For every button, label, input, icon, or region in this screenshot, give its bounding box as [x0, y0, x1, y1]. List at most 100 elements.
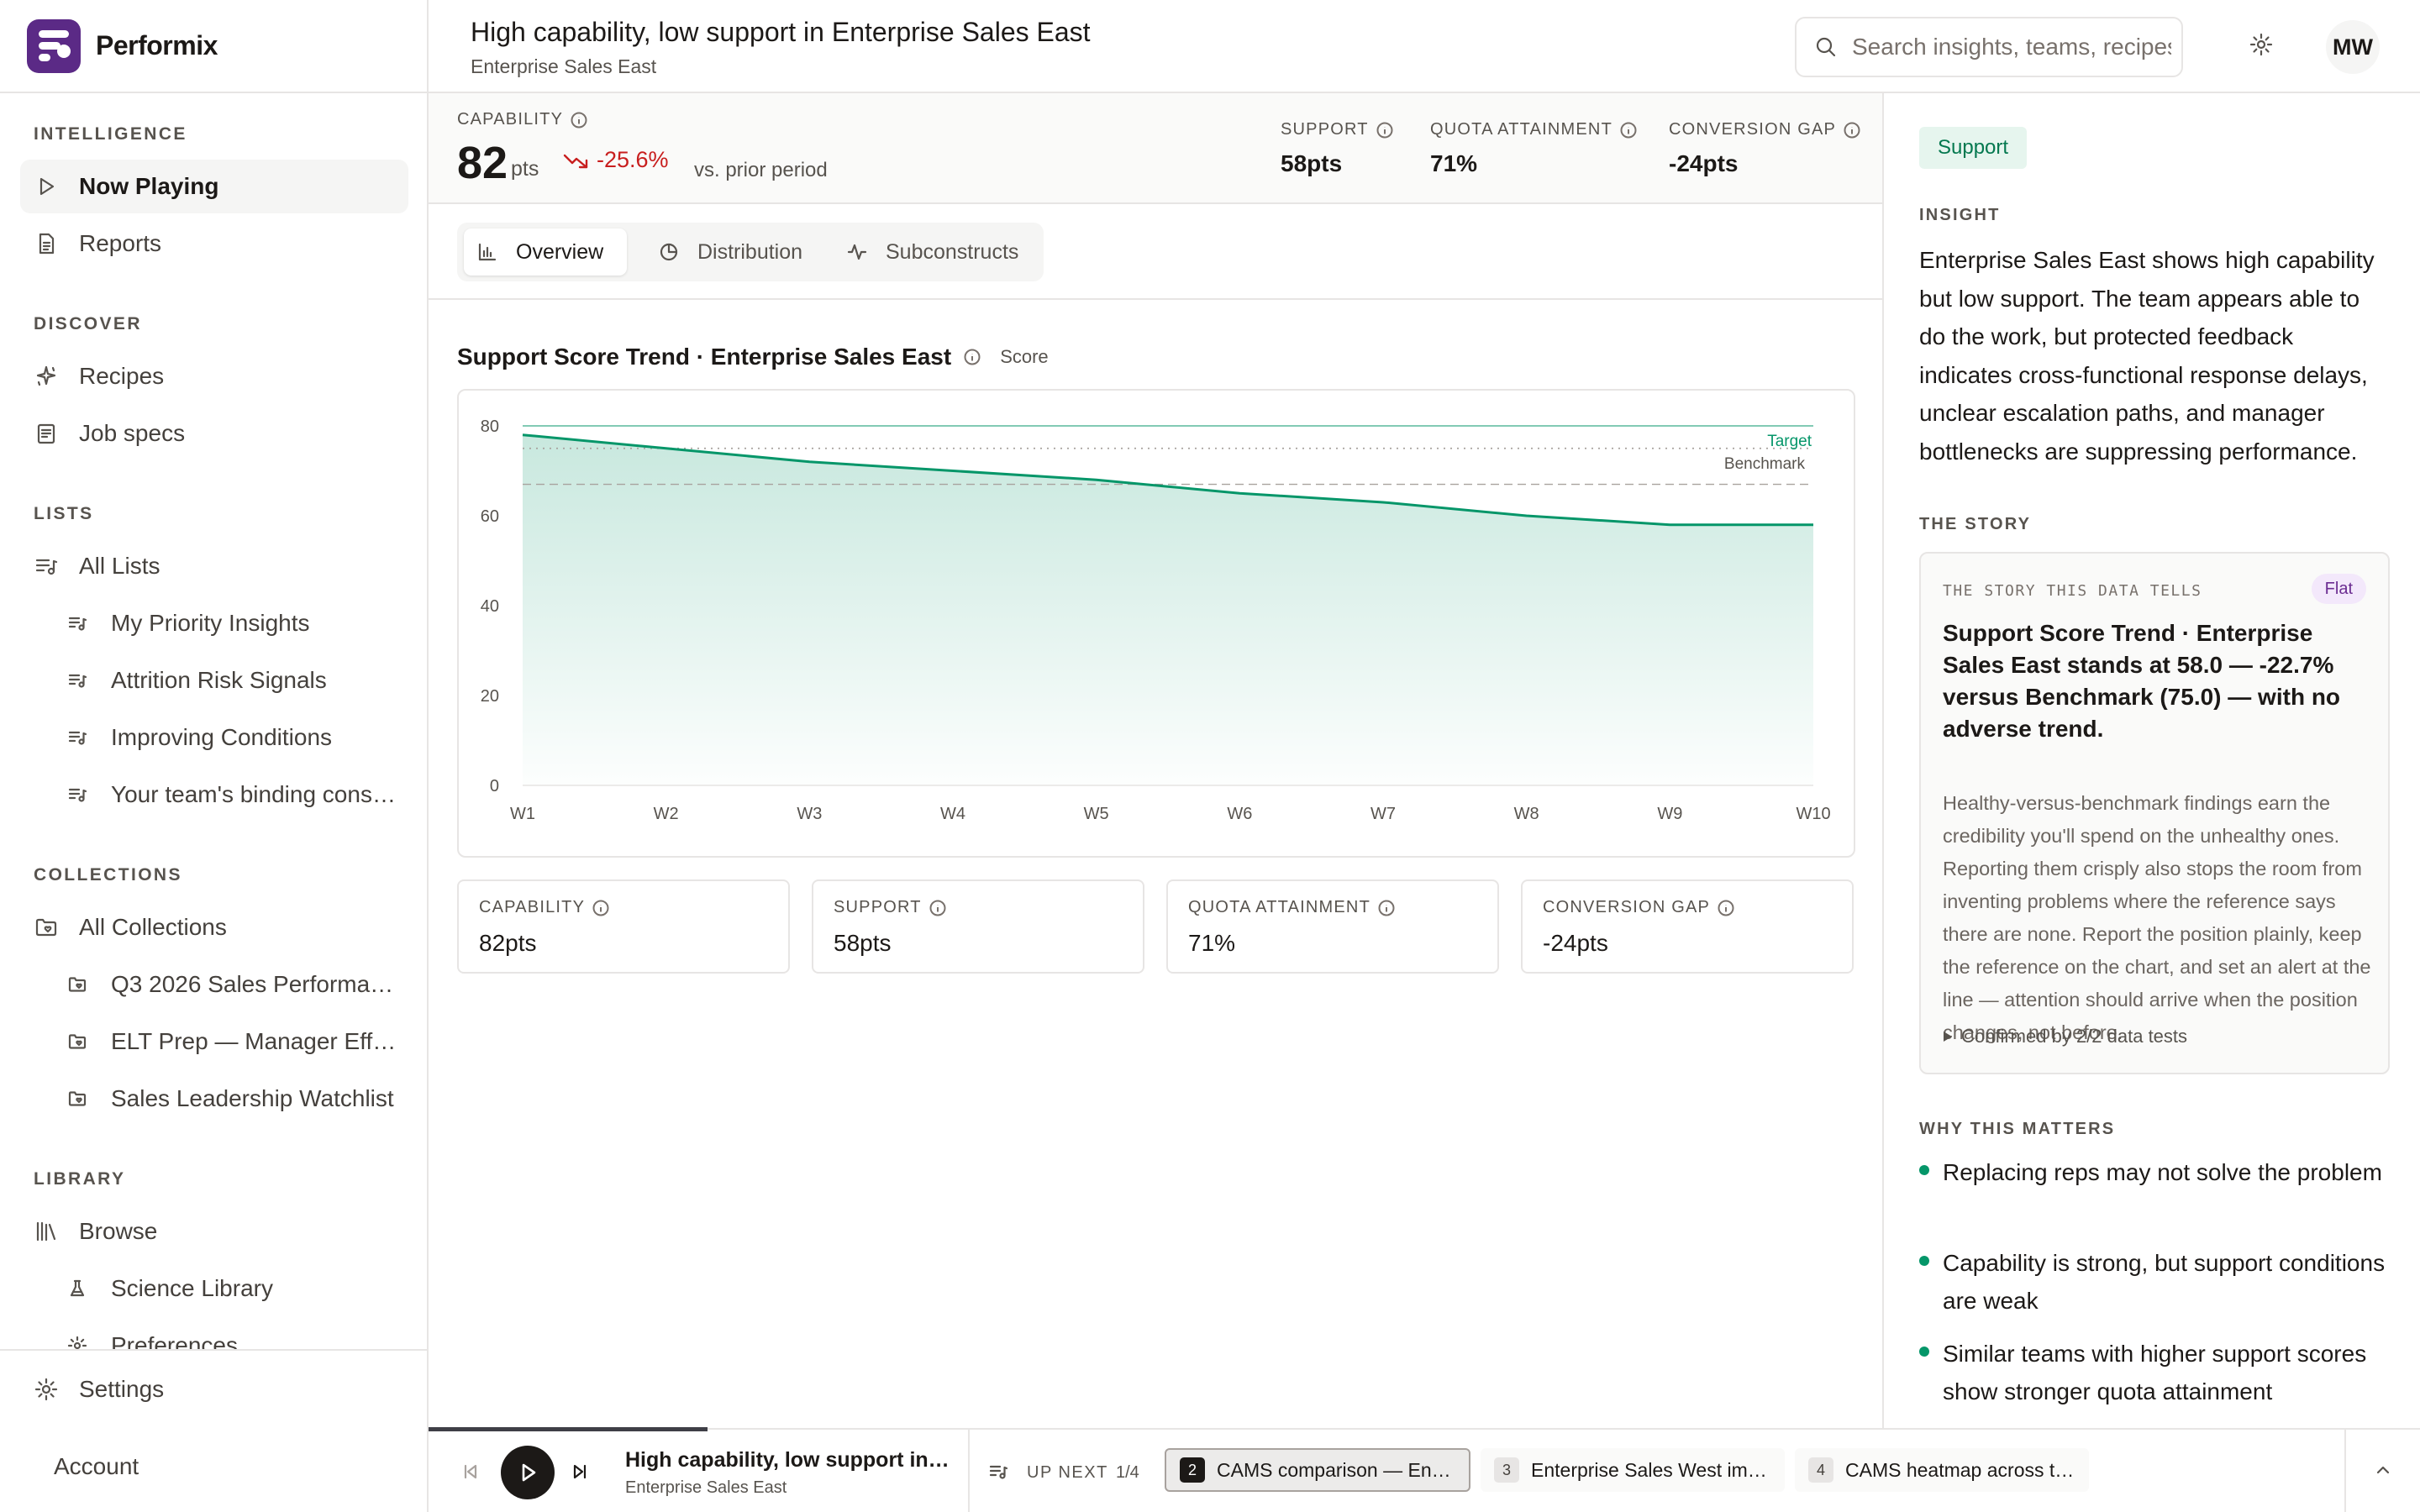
pie-chart-icon [660, 243, 678, 261]
benchmark-label: Benchmark [1724, 455, 1806, 473]
chevron-up-icon [2376, 1466, 2390, 1474]
sidebar-item-all-collections[interactable]: All Collections [20, 900, 408, 954]
queue-chip[interactable]: 4 CAMS heatmap across the org [1795, 1448, 2089, 1492]
sidebar-item-label: Attrition Risk Signals [111, 667, 327, 693]
info-icon[interactable] [1717, 899, 1735, 917]
info-icon[interactable] [592, 899, 610, 917]
y-tick-label: 60 [481, 507, 499, 526]
sidebar-item-list[interactable]: My Priority Insights [20, 596, 408, 650]
now-playing-title: High capability, low support in Enterpri… [625, 1448, 953, 1472]
avatar[interactable]: MW [2326, 20, 2380, 74]
tab-overview[interactable]: Overview [464, 228, 627, 276]
search-input[interactable] [1852, 34, 2171, 60]
page-title: High capability, low support in Enterpri… [471, 17, 1091, 47]
sidebar-item-job-specs[interactable]: Job specs [20, 407, 408, 460]
metric-card-label: SUPPORT [834, 898, 947, 917]
sidebar-item-list[interactable]: Improving Conditions [20, 711, 408, 764]
support-kpi-value: 58pts [1281, 150, 1343, 176]
sidebar-item-collection[interactable]: Q3 2026 Sales Performance [20, 958, 408, 1011]
sidebar-item-label: All Collections [79, 914, 227, 940]
y-tick-label: 80 [481, 417, 499, 436]
chart-title: Support Score Trend · Enterprise Sales E… [457, 344, 952, 370]
next-button[interactable] [570, 1462, 590, 1482]
performix-logo [27, 18, 81, 73]
section-collections: COLLECTIONS [34, 865, 182, 885]
sidebar-item-collection[interactable]: ELT Prep — Manager Effectiveness [20, 1015, 408, 1068]
sidebar-item-reports[interactable]: Reports [20, 217, 408, 270]
expand-player-button[interactable] [2373, 1460, 2393, 1480]
sidebar-item-label: Browse [79, 1218, 158, 1244]
info-icon[interactable] [1619, 121, 1638, 139]
flask-icon [70, 1279, 85, 1297]
quota-kpi-label: QUOTA ATTAINMENT [1430, 120, 1638, 139]
sidebar-item-all-lists[interactable]: All Lists [20, 539, 408, 593]
sparkles-icon [36, 365, 56, 386]
sidebar-item-label: Reports [79, 230, 162, 256]
support-trend-chart: 0 20 40 60 80 W1 W2 W3 W4 W5 W6 W7 W8 W9 W10 Target Benc… [481, 417, 1831, 823]
info-icon[interactable] [570, 111, 588, 129]
sidebar-item-recipes[interactable]: Recipes [20, 349, 408, 403]
play-button[interactable] [501, 1446, 555, 1499]
folder-heart-icon [68, 1091, 87, 1106]
queue-chip[interactable]: 2 CAMS comparison — Enterprise Sales [1165, 1448, 1470, 1492]
settings-button[interactable] [2249, 32, 2274, 57]
play-icon [522, 1463, 536, 1482]
gap-kpi-value: -24pts [1669, 150, 1739, 176]
bullet-dot [1919, 1165, 1929, 1175]
data-tests-disclosure[interactable]: Confirmed by 2/2 data tests [1943, 1026, 2187, 1047]
x-tick-label: W1 [510, 805, 535, 823]
skip-back-icon [464, 1464, 477, 1479]
chart-unit-label: Score [1000, 346, 1049, 367]
settings-link[interactable]: Settings [34, 1376, 164, 1403]
why-item-text: Replacing reps may not solve the problem [1943, 1159, 2382, 1185]
sidebar-item-browse[interactable]: Browse [20, 1205, 408, 1258]
tab-strip: Overview Distribution Subconstructs [429, 204, 1882, 300]
story-card: THE STORY THIS DATA TELLS Flat Support S… [1919, 552, 2390, 1074]
folder-heart-icon [68, 977, 87, 992]
queue-button[interactable] [988, 1462, 1008, 1482]
tab-distribution[interactable]: Distribution [645, 228, 822, 276]
player-bar: High capability, low support in Enterpri… [429, 1427, 2420, 1512]
sidebar-item-label: ELT Prep — Manager Effectiveness [111, 1028, 397, 1054]
sidebar-item-preferences[interactable]: Preferences [20, 1319, 408, 1352]
sidebar-item-science-library[interactable]: Science Library [20, 1262, 408, 1315]
insight-heading: INSIGHT [1919, 206, 2001, 224]
info-icon[interactable] [1377, 899, 1396, 917]
account-link[interactable]: Account [54, 1453, 139, 1480]
x-tick-label: W5 [1084, 805, 1109, 823]
y-tick-label: 20 [481, 687, 499, 706]
info-icon[interactable] [1376, 121, 1394, 139]
tab-subconstructs[interactable]: Subconstructs [834, 228, 1035, 276]
gear-icon [2249, 33, 2273, 56]
capability-unit: pts [511, 157, 539, 181]
sidebar-item-label: Improving Conditions [111, 724, 333, 750]
target-label: Target [1767, 433, 1812, 450]
sidebar-item-list[interactable]: Your team's binding constraints [20, 768, 408, 822]
sidebar-item-list[interactable]: Attrition Risk Signals [20, 654, 408, 707]
info-icon[interactable] [1843, 121, 1861, 139]
playback-progress[interactable] [429, 1427, 708, 1431]
brand[interactable]: Performix [0, 0, 429, 93]
sidebar-item-now-playing[interactable]: Now Playing [20, 160, 408, 213]
now-playing-subtitle: Enterprise Sales East [625, 1478, 787, 1497]
sidebar: Performix INTELLIGENCE Now Playing Repor… [0, 0, 429, 1512]
sidebar-item-label: My Priority Insights [111, 610, 310, 636]
sidebar-item-collection[interactable]: Sales Leadership Watchlist [20, 1072, 408, 1126]
queue-chip[interactable]: 3 Enterprise Sales West improving [1481, 1448, 1785, 1492]
sidebar-item-label: Now Playing [79, 173, 219, 199]
divider [968, 1430, 970, 1512]
sidebar-item-label: Your team's binding constraints [111, 781, 397, 807]
metric-card-value: -24pts [1543, 930, 1608, 956]
info-icon[interactable] [929, 899, 947, 917]
metric-label-text: CAPABILITY [479, 898, 586, 916]
metric-card-conversion-gap: CONVERSION GAP -24pts [1521, 879, 1854, 974]
x-tick-label: W8 [1514, 805, 1539, 823]
previous-button[interactable] [460, 1462, 481, 1482]
story-headline: Support Score Trend · Enterprise Sales E… [1943, 620, 2341, 742]
search-box[interactable] [1795, 17, 2183, 77]
info-icon[interactable] [963, 348, 981, 366]
sidebar-footer: Settings Account [0, 1349, 427, 1512]
trending-down-icon [563, 154, 588, 168]
activity-icon [847, 244, 867, 260]
chart-heading: Support Score Trend · Enterprise Sales E… [457, 344, 1049, 370]
